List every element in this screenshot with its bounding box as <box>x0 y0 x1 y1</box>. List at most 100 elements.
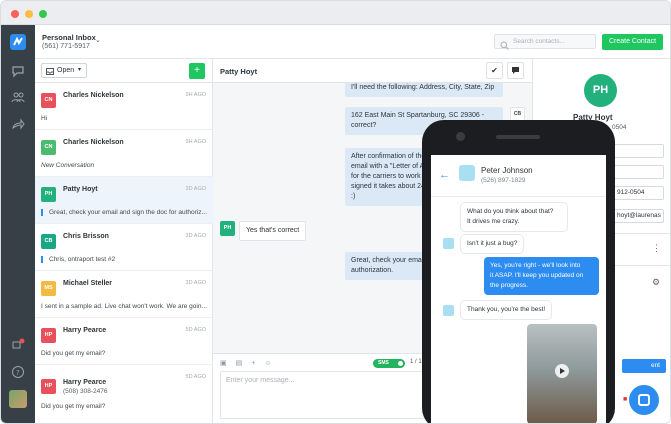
inbox-phone: (561) 771-5917 <box>42 43 90 50</box>
inbox-icon <box>46 67 54 80</box>
message-text: I'll need the following: Address, City, … <box>351 84 495 91</box>
incoming-message: Yes that's correct <box>239 221 307 241</box>
chat-bubble-icon <box>512 67 519 74</box>
phone-contact-name: Peter Johnson <box>481 166 533 175</box>
help-icon[interactable]: ? <box>10 365 26 381</box>
status-filter-dropdown[interactable]: Open ▾ <box>41 63 87 78</box>
share-icon[interactable] <box>10 117 26 133</box>
sms-label: SMS <box>378 360 389 366</box>
timestamp: 5D AGO <box>185 374 206 380</box>
message-preview: Hi <box>41 115 48 122</box>
message-text: It drives me crazy. <box>467 218 520 225</box>
avatar <box>443 305 454 316</box>
resolve-check-button[interactable]: ✔ <box>486 62 503 79</box>
svg-text:?: ? <box>16 369 20 377</box>
app-window: ? Personal Inbox (561) 771-5917 ⌄ Search… <box>0 0 671 424</box>
maximize-window-button[interactable] <box>39 10 47 18</box>
app-logo-icon[interactable] <box>10 34 26 50</box>
timestamp: 9H AGO <box>185 139 206 145</box>
contact-email-field[interactable]: hoyt@laurenas <box>613 209 664 223</box>
toggle-knob <box>398 361 403 366</box>
contact-name: Charles Nickelson <box>63 92 124 99</box>
contact-name: Michael Steller <box>63 280 113 287</box>
emoji-icon[interactable]: ☺ <box>264 360 280 367</box>
inbox-title[interactable]: Personal Inbox <box>42 33 96 42</box>
phone-mockup: ← Peter Johnson (526) 897-1829 What do y… <box>422 120 615 423</box>
action-button[interactable]: ent <box>622 359 666 373</box>
back-arrow-icon[interactable]: ← <box>439 169 450 181</box>
message-preview: Did you get my email? <box>41 350 106 357</box>
add-icon[interactable]: + <box>251 360 264 367</box>
contact-name: Harry Pearce <box>63 327 107 334</box>
attachment-icon[interactable]: ▣ <box>220 360 236 367</box>
message-text: Thank you, you're the best! <box>467 306 546 313</box>
phone-speaker <box>496 135 540 139</box>
message-preview: New Conversation <box>41 162 95 169</box>
message-preview: Great, check your email and sign the doc… <box>41 209 209 216</box>
contact-phone-partial: 0504 <box>612 124 627 131</box>
contact-phone: (508) 308-2476 <box>63 388 108 395</box>
composer-tools: ▣▤+☺ <box>220 359 281 367</box>
conversation-item[interactable]: MS Michael Steller 3D AGO I sent in a sa… <box>35 271 213 318</box>
create-contact-button[interactable]: Create Contact <box>602 34 663 50</box>
search-input[interactable]: Search contacts... <box>494 34 596 50</box>
search-icon <box>500 37 509 55</box>
close-window-button[interactable] <box>11 10 19 18</box>
conversation-list: Open ▾ + CN Charles Nickelson 9H AGO Hi … <box>35 59 213 423</box>
status-filter-label: Open <box>57 67 75 74</box>
phone-chat-header: ← Peter Johnson (526) 897-1829 <box>431 155 606 197</box>
minimize-window-button[interactable] <box>25 10 33 18</box>
notifications-icon[interactable] <box>10 338 26 354</box>
contact-name: Patty Hoyt <box>63 186 98 193</box>
phone-contact-number: (526) 897-1829 <box>481 177 526 184</box>
conversation-item[interactable]: HP Harry Pearce 5D AGO Did you get my em… <box>35 318 213 365</box>
avatar: CN <box>41 140 56 155</box>
more-options-icon[interactable]: ⋮ <box>652 243 661 254</box>
message-preview: Did you get my email? <box>41 403 106 410</box>
template-icon[interactable]: ▤ <box>236 360 252 367</box>
incoming-message: Isn't it just a bug? <box>461 235 524 253</box>
check-icon: ✔ <box>491 66 498 75</box>
add-conversation-button[interactable]: + <box>189 63 205 79</box>
contact-name: Charles Nickelson <box>63 139 124 146</box>
message-preview: I sent in a sample ad. Live chat won't w… <box>41 303 207 310</box>
avatar: HP <box>41 328 56 343</box>
sms-toggle[interactable]: SMS <box>373 359 405 368</box>
chat-contact-name: Patty Hoyt <box>220 67 258 76</box>
conversation-item[interactable]: CN Charles Nickelson 9H AGO Hi <box>35 83 213 130</box>
contacts-icon[interactable] <box>10 90 26 106</box>
chat-options-button[interactable] <box>507 62 524 79</box>
messages-icon[interactable] <box>10 64 26 80</box>
conversation-item[interactable]: CN Charles Nickelson 9H AGO New Conversa… <box>35 130 213 177</box>
message-text: it ASAP. I'll keep you updated on <box>490 272 584 279</box>
phone-screen: ← Peter Johnson (526) 897-1829 What do y… <box>431 155 606 423</box>
conversation-item[interactable]: CB Chris Brisson 3D AGO Chris, ontraport… <box>35 224 213 271</box>
shared-video-thumbnail[interactable] <box>527 324 597 423</box>
contact-field-first[interactable] <box>613 144 664 158</box>
trash-icon[interactable]: ■ <box>623 396 627 403</box>
timestamp: 3D AGO <box>185 186 206 192</box>
conversation-item-selected[interactable]: PH Patty Hoyt 3D AGO Great, check your e… <box>35 177 213 224</box>
user-avatar[interactable] <box>9 390 27 408</box>
conversation-item[interactable]: HP Harry Pearce (508) 308-2476 5D AGO Di… <box>35 365 213 423</box>
phone-camera <box>456 132 465 141</box>
message-text: the progress. <box>490 282 528 289</box>
timestamp: 3D AGO <box>185 280 206 286</box>
contact-phone-field[interactable]: 912-0504 <box>613 186 664 200</box>
message-text: Yes, you're right - we'll look into <box>490 262 581 269</box>
search-placeholder: Search contacts... <box>513 38 566 45</box>
support-chat-button[interactable] <box>629 385 659 415</box>
gear-icon[interactable]: ⚙ <box>652 277 660 288</box>
nav-rail: ? <box>1 25 35 423</box>
avatar <box>459 165 475 181</box>
chat-icon <box>638 394 650 406</box>
message-text: Yes that's correct <box>246 227 300 234</box>
message-text: What do you think about that? <box>467 208 554 215</box>
chevron-down-icon[interactable]: ⌄ <box>95 36 101 44</box>
outgoing-message: Yes, you're right - we'll look into it A… <box>484 257 599 295</box>
contact-field-second[interactable] <box>613 165 664 179</box>
avatar <box>443 238 454 249</box>
timestamp: 9H AGO <box>185 92 206 98</box>
list-toolbar: Open ▾ + <box>35 59 213 83</box>
play-icon[interactable] <box>555 364 569 378</box>
